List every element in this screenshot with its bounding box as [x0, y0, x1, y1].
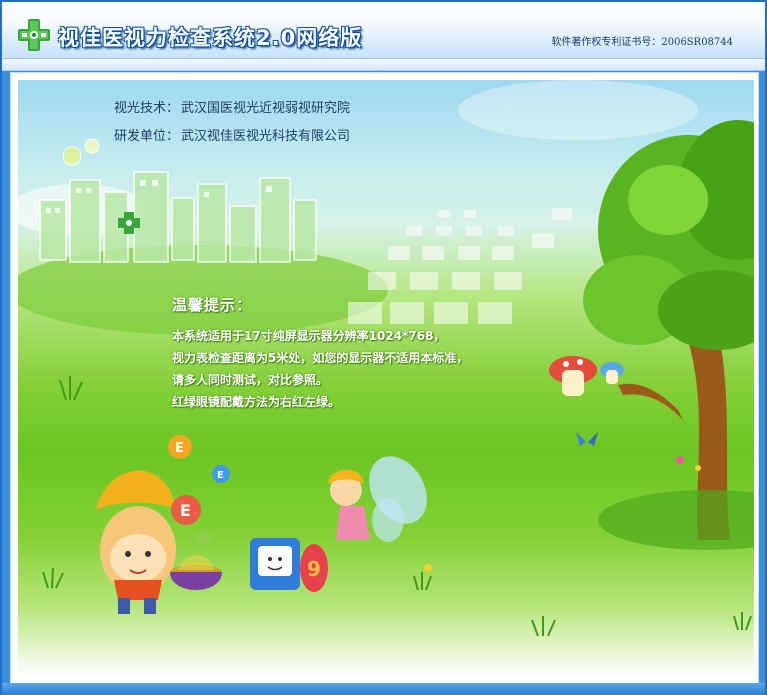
- dev-value: 武汉视佳医视光科技有限公司: [181, 129, 351, 144]
- fairy-icon: [328, 456, 427, 542]
- dev-info-row: 研发单位： 武汉视佳医视光科技有限公司: [114, 125, 350, 144]
- sub-toolbar: [2, 59, 765, 71]
- tips-line: 本系统适用于17寸纯屏显示器分辨率1024*768，: [172, 329, 446, 343]
- tree-icon: [583, 120, 754, 540]
- tips-line: 请多人同时测试，对比参照。: [172, 373, 329, 387]
- city-buildings-icon: [39, 171, 317, 263]
- tech-label: 视光技术：: [114, 101, 180, 116]
- svg-text:9: 9: [307, 557, 321, 581]
- boy-character-icon: [96, 470, 176, 614]
- tips-panel: 温馨提示： 本系统适用于17寸纯屏显示器分辨率1024*768， 视力表检查距离…: [172, 294, 468, 413]
- bottom-status-bar: [2, 683, 765, 695]
- pot-icon: [170, 555, 222, 590]
- title-bar: 视佳医视力检查系统2.0网络版 软件著作权专利证书号：2006SR08744: [2, 2, 765, 59]
- app-title: 视佳医视力检查系统2.0网络版: [58, 26, 363, 50]
- svg-text:E: E: [217, 470, 224, 481]
- tips-line: 红绿眼镜配戴方法为右红左绿。: [172, 395, 341, 409]
- tech-value: 武汉国医视光近视弱视研究院: [181, 101, 351, 116]
- tech-info-row: 视光技术： 武汉国医视光近视弱视研究院: [114, 97, 350, 116]
- green-cross-logo-icon: [18, 19, 50, 51]
- app-window: 视佳医视力检查系统2.0网络版 软件著作权专利证书号：2006SR08744 E…: [0, 0, 767, 695]
- svg-text:E: E: [175, 441, 184, 456]
- e-letter-bubbles-icon: E E E: [168, 435, 230, 545]
- welcome-scene: E E E 9 视光技术： 武汉国医视光近视弱视研究院 研发单位： 武汉视佳医视…: [18, 80, 754, 680]
- copyright-text: 软件著作权专利证书号：2006SR08744: [551, 37, 733, 48]
- butterfly-icon: [576, 432, 598, 446]
- tv-block-icon: 9: [250, 538, 328, 592]
- dev-label: 研发单位：: [114, 129, 180, 144]
- svg-text:E: E: [180, 501, 191, 520]
- tips-title: 温馨提示：: [172, 296, 253, 314]
- tips-line: 视力表检查距离为5米处，如您的显示器不适用本标准，: [172, 351, 469, 365]
- mushroom-icon: [549, 356, 624, 396]
